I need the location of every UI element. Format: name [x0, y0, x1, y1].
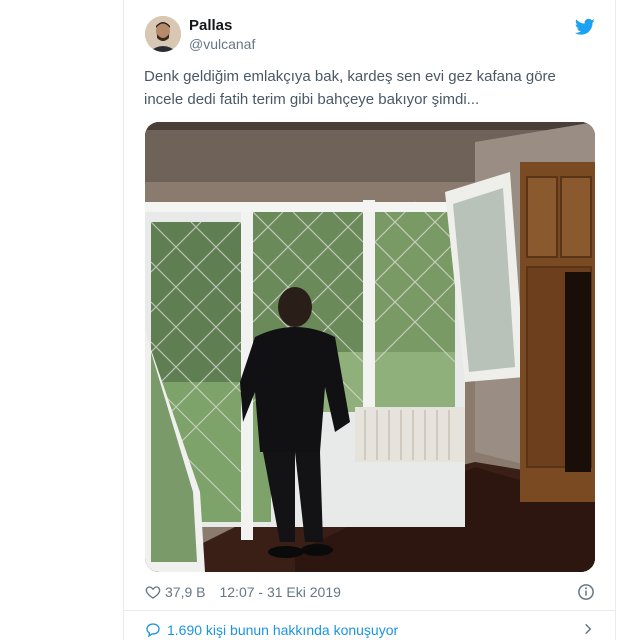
- tweet-card: Pallas @vulcanaf Denk geldiğim emlakçıya…: [123, 0, 616, 640]
- tweet-timestamp[interactable]: 12:07 - 31 Eki 2019: [219, 584, 340, 600]
- avatar[interactable]: [145, 16, 181, 52]
- tweet-meta: 37,9 B 12:07 - 31 Eki 2019: [145, 581, 595, 603]
- photo-illustration: [145, 122, 595, 572]
- tweet-text: Denk geldiğim emlakçıya bak, kardeş sen …: [144, 65, 584, 111]
- tweet-text-line-2: incele dedi fatih terim gibi bahçeye bak…: [144, 91, 480, 108]
- speech-bubble-icon: [146, 623, 160, 638]
- heart-icon[interactable]: [145, 584, 161, 600]
- chevron-right-icon: [585, 623, 592, 635]
- info-icon[interactable]: [577, 583, 595, 601]
- divider: [124, 610, 615, 611]
- like-count[interactable]: 37,9 B: [165, 584, 205, 600]
- conversation-text: 1.690 kişi bunun hakkında konuşuyor: [167, 622, 399, 638]
- author-handle[interactable]: @vulcanaf: [189, 36, 255, 52]
- tweet-photo[interactable]: [145, 122, 595, 572]
- tweet-text-line-1: Denk geldiğim emlakçıya bak, kardeş sen …: [144, 68, 556, 85]
- twitter-bird-icon[interactable]: [575, 18, 595, 36]
- tweet-header: Pallas @vulcanaf: [145, 16, 595, 56]
- author-name[interactable]: Pallas: [189, 17, 232, 34]
- conversation-link[interactable]: 1.690 kişi bunun hakkında konuşuyor: [145, 620, 595, 640]
